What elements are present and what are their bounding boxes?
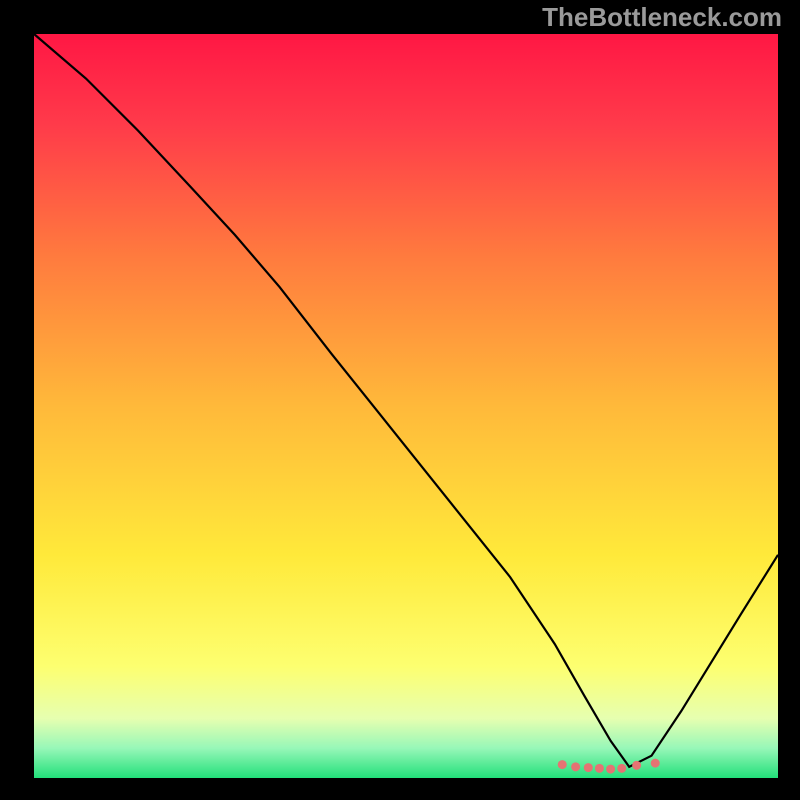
chart-container: TheBottleneck.com xyxy=(0,0,800,800)
bottleneck-chart xyxy=(0,0,800,800)
optimal-marker xyxy=(632,761,641,770)
optimal-marker xyxy=(571,762,580,771)
optimal-marker xyxy=(651,759,660,768)
watermark-text: TheBottleneck.com xyxy=(542,2,782,33)
optimal-marker xyxy=(584,763,593,772)
optimal-marker xyxy=(606,765,615,774)
optimal-marker xyxy=(558,760,567,769)
optimal-marker xyxy=(617,764,626,773)
optimal-marker xyxy=(595,764,604,773)
plot-background xyxy=(34,34,778,778)
